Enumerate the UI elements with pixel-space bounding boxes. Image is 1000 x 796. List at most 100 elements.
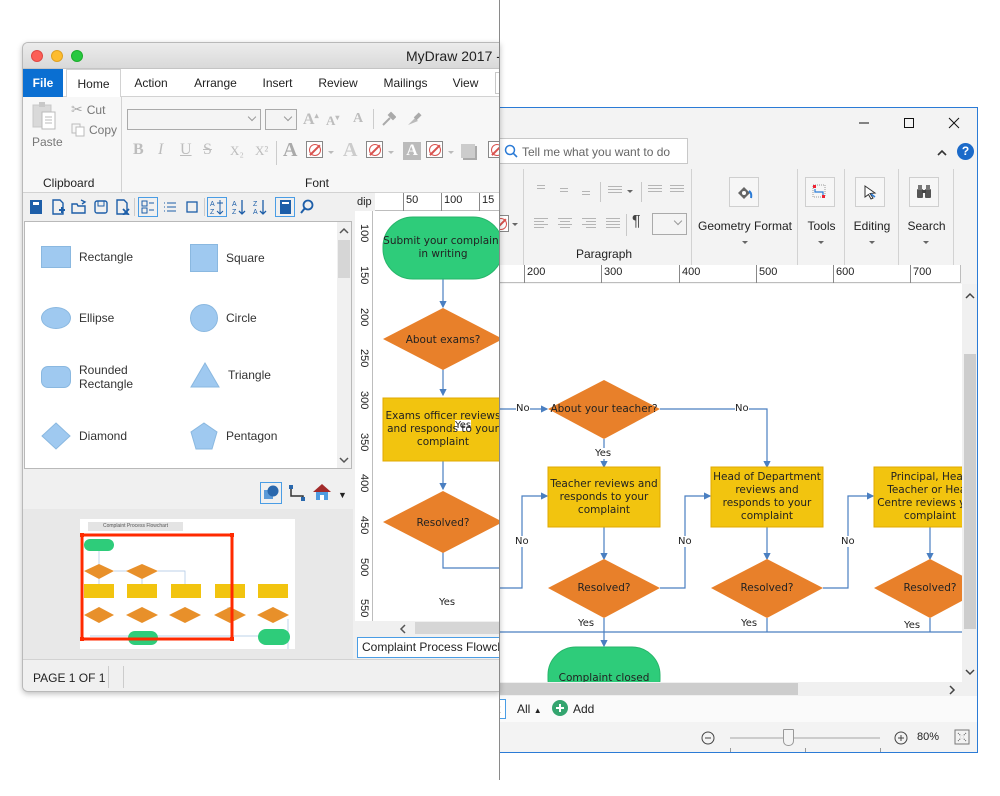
add-page-button[interactable]: Add (573, 702, 594, 716)
close-window-button[interactable] (31, 50, 43, 62)
scroll-thumb[interactable] (415, 622, 500, 634)
tell-me-search-input[interactable]: Tell me what you want to do (500, 138, 688, 164)
bullets-dropdown[interactable] (627, 190, 633, 193)
new-document-icon[interactable] (50, 199, 66, 215)
format-painter-icon[interactable] (406, 111, 422, 127)
font-color-dropdown[interactable] (328, 151, 334, 154)
shape-rectangle[interactable]: Rectangle (41, 246, 133, 268)
minimize-window-button[interactable] (51, 50, 63, 62)
tools-dropdown[interactable] (818, 241, 824, 244)
connector-icon[interactable] (288, 484, 308, 502)
align-left-icon[interactable] (534, 218, 548, 228)
shape-circle[interactable]: Circle (190, 304, 257, 332)
tab-arrange[interactable]: Arrange (188, 69, 243, 97)
no-color-icon[interactable] (426, 141, 443, 158)
italic-button[interactable]: I (158, 141, 163, 159)
shape-diamond[interactable]: Diamond (41, 422, 127, 450)
scroll-thumb[interactable] (964, 354, 976, 629)
shape-triangle[interactable]: Triangle (190, 362, 271, 388)
page-tab[interactable]: Complaint Process Flowchart (357, 637, 500, 658)
align-middle-icon[interactable] (557, 188, 571, 198)
editing-button[interactable] (855, 177, 885, 207)
scroll-thumb[interactable] (500, 683, 798, 695)
zoom-out-icon[interactable] (701, 731, 715, 745)
close-button[interactable] (944, 114, 964, 132)
highlight-dropdown[interactable] (448, 151, 454, 154)
more-options-icon[interactable]: ▼ (338, 490, 347, 500)
tab-action[interactable]: Action (126, 69, 176, 97)
scroll-left-icon[interactable] (399, 624, 407, 634)
scroll-down-icon[interactable] (339, 456, 349, 464)
scroll-up-icon[interactable] (339, 227, 349, 235)
dropdown-caret[interactable] (512, 223, 518, 226)
resize-handle[interactable] (80, 533, 84, 537)
scroll-down-icon[interactable] (965, 668, 975, 676)
scroll-right-icon[interactable] (948, 685, 956, 695)
sort-az-icon[interactable]: AZ (231, 199, 247, 215)
help-icon[interactable]: ? (957, 143, 974, 160)
shapes-overlay-button[interactable] (260, 482, 282, 504)
shape-rounded-rectangle[interactable]: Rounded Rectangle (41, 363, 139, 391)
geometry-format-group[interactable]: Geometry Format (692, 169, 798, 265)
superscript-button[interactable]: X² (255, 143, 268, 159)
zoom-window-button[interactable] (71, 50, 83, 62)
bullets-icon[interactable] (608, 186, 622, 196)
shape-pentagon[interactable]: Pentagon (190, 422, 277, 450)
maximize-button[interactable] (899, 114, 919, 132)
strikethrough-button[interactable]: S (203, 141, 212, 159)
search-button[interactable] (909, 177, 939, 207)
editing-group[interactable]: Editing (845, 169, 899, 265)
justify-icon[interactable] (606, 218, 620, 228)
increase-indent-icon[interactable] (648, 185, 662, 195)
underline-button[interactable]: U (180, 141, 192, 159)
clear-format-icon[interactable]: A (353, 111, 363, 127)
all-pages-button[interactable]: All ▲ (517, 702, 542, 716)
list-view-icon[interactable] (162, 199, 178, 215)
search-group[interactable]: Search (899, 169, 954, 265)
page-navigator[interactable]: Complaint Process Flowchart (23, 509, 353, 659)
horizontal-scrollbar[interactable] (373, 621, 500, 635)
shadow-icon[interactable] (461, 144, 475, 158)
outline-color-icon[interactable]: A (343, 139, 357, 162)
large-icons-view-icon[interactable] (138, 197, 158, 217)
search-icon[interactable] (299, 199, 315, 215)
shrink-font-icon[interactable]: A▾ (326, 113, 339, 129)
tab-review[interactable]: Review (313, 69, 363, 97)
search-dropdown[interactable] (923, 241, 929, 244)
close-document-icon[interactable] (114, 199, 130, 215)
shapes-scrollbar[interactable] (337, 222, 351, 468)
eyedropper-icon[interactable] (380, 111, 396, 127)
grow-font-icon[interactable]: A▴ (303, 111, 319, 129)
open-folder-icon[interactable] (71, 199, 87, 215)
scroll-thumb[interactable] (338, 240, 350, 278)
align-right-icon[interactable] (582, 218, 596, 228)
tools-button[interactable] (805, 177, 835, 207)
zoom-slider-track[interactable] (730, 737, 880, 739)
drawing-canvas[interactable]: No About your teacher? No Yes Teacher re… (500, 284, 962, 682)
shape-square[interactable]: Square (190, 244, 265, 272)
copy-button[interactable]: Copy (71, 123, 117, 137)
spacing-select[interactable] (652, 213, 687, 235)
no-color-icon[interactable] (306, 141, 323, 158)
zoom-in-icon[interactable] (894, 731, 908, 745)
page-tab[interactable]: t (500, 699, 506, 719)
tab-insert[interactable]: Insert (255, 69, 300, 97)
geometry-format-dropdown[interactable] (742, 241, 748, 244)
font-color-icon[interactable]: A (283, 139, 297, 162)
horizontal-scrollbar[interactable] (500, 682, 977, 696)
resize-handle[interactable] (230, 533, 234, 537)
decrease-indent-icon[interactable] (670, 185, 684, 195)
home-icon[interactable] (312, 483, 332, 501)
pilcrow-button[interactable]: ¶ (632, 213, 641, 231)
add-page-icon[interactable] (552, 700, 568, 716)
small-icons-view-icon[interactable] (184, 199, 200, 215)
library-icon[interactable] (275, 197, 295, 217)
tab-file[interactable]: File (23, 69, 63, 97)
tools-group[interactable]: Tools (798, 169, 845, 265)
no-color-icon[interactable] (500, 215, 509, 232)
highlight-color-icon[interactable]: A (403, 142, 421, 160)
sort-categorized-icon[interactable]: AZ (207, 197, 227, 217)
vertical-scrollbar[interactable] (962, 284, 977, 682)
cut-button[interactable]: ✂ Cut (71, 101, 105, 118)
save-drawing-icon[interactable] (93, 199, 109, 215)
